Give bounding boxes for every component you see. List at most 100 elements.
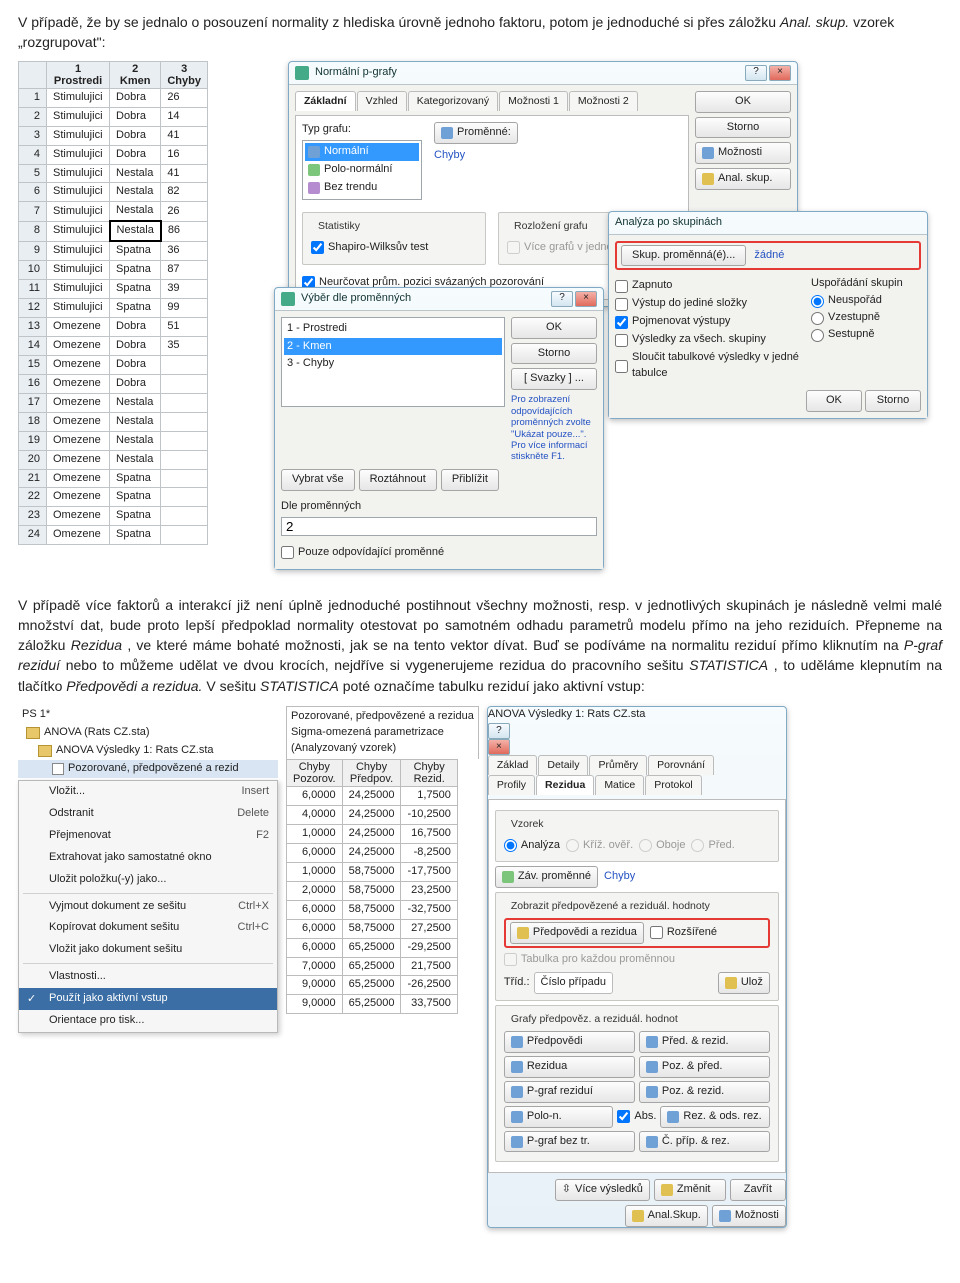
analyza-ok-button[interactable]: OK — [806, 390, 862, 412]
col-header-chyby[interactable]: 3Chyby — [161, 61, 208, 88]
data-cell[interactable]: -26,2500 — [401, 976, 457, 995]
sheet-cell[interactable]: Nestala — [110, 393, 161, 412]
tree-anova-vysledky[interactable]: ANOVA Výsledky 1: Rats CZ.sta — [18, 742, 278, 760]
type-normal[interactable]: Normální — [324, 144, 369, 160]
vystup-slozky-checkbox[interactable]: Výstup do jediné složky — [615, 296, 799, 312]
row-header[interactable]: 17 — [19, 393, 47, 412]
data-cell[interactable]: 7,0000 — [287, 957, 343, 976]
type-halfnormal[interactable]: Polo-normální — [324, 162, 392, 178]
row-header[interactable]: 16 — [19, 374, 47, 393]
vyber-close-button[interactable]: × — [575, 291, 597, 307]
sheet-cell[interactable]: Spatna — [110, 299, 161, 318]
graph-button[interactable]: P-graf bez tr. — [504, 1131, 635, 1153]
col-pozorov[interactable]: ChybyPozorov. — [287, 759, 343, 786]
data-cell[interactable]: 9,0000 — [287, 995, 343, 1014]
sheet-cell[interactable]: Nestala — [110, 221, 161, 241]
sheet-cell[interactable]: 86 — [161, 221, 208, 241]
vybrat-vse-button[interactable]: Vybrat vše — [281, 469, 355, 491]
sheet-cell[interactable]: Nestala — [110, 450, 161, 469]
sheet-cell[interactable]: Dobra — [110, 336, 161, 355]
sheet-cell[interactable]: Omezene — [47, 488, 110, 507]
col-rezid[interactable]: ChybyRezid. — [401, 759, 457, 786]
sheet-cell[interactable]: 16 — [161, 145, 208, 164]
data-cell[interactable]: 58,75000 — [342, 862, 401, 881]
roztahnout-button[interactable]: Roztáhnout — [359, 469, 437, 491]
data-cell[interactable]: -10,2500 — [401, 806, 457, 825]
row-header[interactable]: 15 — [19, 355, 47, 374]
tab-detaily[interactable]: Detaily — [538, 755, 588, 775]
graph-button[interactable]: Rez. & ods. rez. — [660, 1106, 770, 1128]
col-header-kmen[interactable]: 2Kmen — [110, 61, 161, 88]
ctx-item[interactable]: Vlastnosti... — [19, 966, 277, 988]
ctx-item[interactable]: Vyjmout dokument ze sešituCtrl+X — [19, 896, 277, 918]
workbook-tree[interactable]: PS 1* ANOVA (Rats CZ.sta) ANOVA Výsledky… — [18, 706, 278, 778]
data-cell[interactable]: -17,7500 — [401, 862, 457, 881]
sheet-cell[interactable]: Dobra — [110, 145, 161, 164]
sheet-cell[interactable]: Stimulujici — [47, 183, 110, 202]
pojmenovat-checkbox[interactable]: Pojmenovat výstupy — [615, 314, 799, 330]
sheet-cell[interactable]: Nestala — [110, 202, 161, 221]
zavrit-button[interactable]: Zavřít — [730, 1179, 786, 1201]
sheet-cell[interactable]: 41 — [161, 126, 208, 145]
sheet-cell[interactable]: Nestala — [110, 431, 161, 450]
data-cell[interactable]: 58,75000 — [342, 881, 401, 900]
sheet-cell[interactable]: Omezene — [47, 450, 110, 469]
ctx-item[interactable]: Vložit jako dokument sešitu — [19, 939, 277, 961]
list-item-prostredi[interactable]: 1 - Prostredi — [284, 320, 502, 338]
graph-button[interactable]: P-graf reziduí — [504, 1081, 635, 1103]
predpovedi-rezidua-button[interactable]: Předpovědi a rezidua — [510, 922, 644, 944]
graph-button[interactable]: Č. příp. & rez. — [639, 1131, 770, 1153]
sheet-cell[interactable]: 51 — [161, 318, 208, 337]
data-cell[interactable]: -32,7500 — [401, 900, 457, 919]
sheet-cell[interactable]: 35 — [161, 336, 208, 355]
ctx-item[interactable]: OdstranitDelete — [19, 803, 277, 825]
sheet-cell[interactable]: Dobra — [110, 107, 161, 126]
ctx-item[interactable]: Orientace pro tisk... — [19, 1010, 277, 1032]
row-header[interactable]: 2 — [19, 107, 47, 126]
row-header[interactable]: 1 — [19, 88, 47, 107]
sheet-cell[interactable]: Omezene — [47, 393, 110, 412]
ctx-item[interactable]: Vložit...Insert — [19, 781, 277, 803]
row-header[interactable]: 22 — [19, 488, 47, 507]
tree-root[interactable]: PS 1* — [18, 706, 278, 724]
row-header[interactable]: 20 — [19, 450, 47, 469]
pouze-odpovidajici-checkbox[interactable]: Pouze odpovídající proměnné — [281, 545, 597, 561]
col-predpov[interactable]: ChybyPředpov. — [342, 759, 401, 786]
radio-neusporad[interactable]: Neuspořád — [811, 293, 921, 309]
sheet-cell[interactable]: Dobra — [110, 355, 161, 374]
graph-button[interactable]: Předpovědi — [504, 1031, 635, 1053]
sheet-cell[interactable]: Spatna — [110, 526, 161, 545]
data-cell[interactable]: 33,7500 — [401, 995, 457, 1014]
row-header[interactable]: 6 — [19, 183, 47, 202]
sheet-cell[interactable]: Spatna — [110, 507, 161, 526]
sheet-cell[interactable]: 26 — [161, 202, 208, 221]
data-cell[interactable]: -29,2500 — [401, 938, 457, 957]
row-header[interactable]: 9 — [19, 241, 47, 260]
data-cell[interactable]: 6,0000 — [287, 938, 343, 957]
tab-prumery[interactable]: Průměry — [589, 755, 647, 775]
col-header-prostredi[interactable]: 1Prostredi — [47, 61, 110, 88]
sheet-cell[interactable]: Dobra — [110, 126, 161, 145]
row-header[interactable]: 5 — [19, 164, 47, 183]
sheet-cell[interactable]: Omezene — [47, 507, 110, 526]
graph-button[interactable]: Poz. & rezid. — [639, 1081, 770, 1103]
sheet-cell[interactable]: Stimulujici — [47, 280, 110, 299]
sheet-cell[interactable]: 87 — [161, 261, 208, 280]
analyza-storno-button[interactable]: Storno — [865, 390, 921, 412]
dle-promennych-input[interactable] — [281, 517, 597, 536]
row-header[interactable]: 10 — [19, 261, 47, 280]
sheet-cell[interactable]: Omezene — [47, 431, 110, 450]
data-cell[interactable]: 65,25000 — [342, 938, 401, 957]
sheet-cell[interactable]: Omezene — [47, 374, 110, 393]
row-header[interactable]: 24 — [19, 526, 47, 545]
row-header[interactable]: 12 — [19, 299, 47, 318]
row-header[interactable]: 13 — [19, 318, 47, 337]
row-header[interactable]: 8 — [19, 221, 47, 241]
data-cell[interactable]: 58,75000 — [342, 919, 401, 938]
sheet-cell[interactable] — [161, 526, 208, 545]
data-sheet[interactable]: 1Prostredi 2Kmen 3Chyby 1StimulujiciDobr… — [18, 61, 208, 546]
sheet-cell[interactable]: Stimulujici — [47, 107, 110, 126]
radio-analyza[interactable]: Analýza — [504, 838, 560, 854]
data-cell[interactable]: 16,7500 — [401, 824, 457, 843]
sheet-cell[interactable] — [161, 469, 208, 488]
